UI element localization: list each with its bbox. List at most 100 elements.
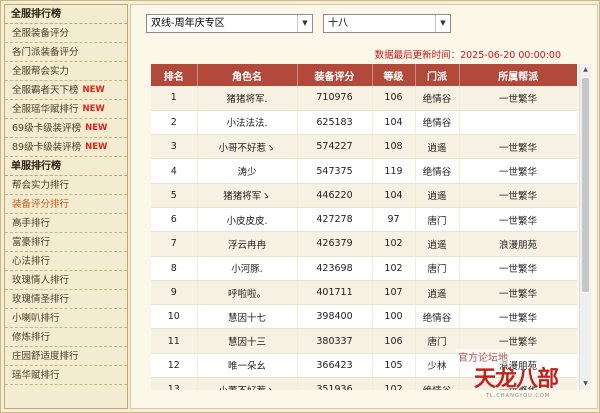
sidebar-item[interactable]: 69级卡级装评榜 NEW — [5, 119, 127, 138]
table-cell: 一世繁华 — [459, 256, 577, 281]
table-cell: 绝情谷 — [415, 86, 460, 111]
sidebar-item[interactable]: 高手排行 — [5, 214, 127, 233]
table-cell: 绝情谷 — [415, 377, 460, 390]
sidebar-item[interactable]: 庄园舒适度排行 — [5, 347, 127, 366]
sidebar-item[interactable]: 小喇叭排行 — [5, 309, 127, 328]
sidebar-item-label: 全服瑶华赋排行 — [12, 103, 79, 115]
table-cell: 12 — [151, 353, 198, 379]
table-cell: 106 — [372, 328, 416, 354]
table-cell: 107 — [372, 280, 416, 306]
table-cell: 351936 — [297, 377, 373, 390]
column-header: 装备评分 — [297, 64, 373, 86]
table-cell: 一世繁华 — [459, 86, 577, 111]
new-badge: NEW — [85, 141, 108, 152]
table-cell: 绝情谷 — [415, 110, 460, 136]
filter-bar: 双线-周年庆专区 ▼ 十八 ▼ — [146, 14, 451, 33]
table-cell: 猪猪将军ゝ — [197, 183, 298, 208]
sidebar-item[interactable]: 心法排行 — [5, 252, 127, 271]
sidebar-item-label: 全服帮会实力 — [12, 65, 70, 77]
table-cell: 104 — [372, 183, 416, 208]
main-panel: 双线-周年庆专区 ▼ 十八 ▼ 数据最后更新时间：2025-06-20 00:0… — [130, 4, 598, 409]
table-row: 5 猪猪将军ゝ 446220 104 逍遥 一世繁华 — [151, 183, 577, 208]
table-cell: 574227 — [297, 134, 373, 160]
table-cell: 401711 — [297, 280, 373, 306]
table-cell — [459, 110, 577, 136]
sidebar-item[interactable]: 帮会实力排行 — [5, 176, 127, 195]
table-cell: 119 — [372, 158, 416, 184]
table-row: 12 唯一朵幺 366423 105 少林 浪漫朋苑 — [151, 353, 577, 379]
table-cell: 一世繁华 — [459, 328, 577, 354]
sidebar-item-label: 小喇叭排行 — [12, 312, 60, 324]
table-cell: 慧因十七 — [197, 304, 298, 330]
table-cell: 102 — [372, 231, 416, 257]
sidebar-item[interactable]: 全服瑶华赋排行 NEW — [5, 100, 127, 119]
table-row: 8 小河豚. 423698 102 唐门 一世繁华 — [151, 256, 577, 281]
sidebar-item[interactable]: 全服霸者天下榜 NEW — [5, 81, 127, 100]
scroll-up-icon[interactable]: ▲ — [580, 64, 591, 76]
table-cell: 105 — [372, 353, 416, 379]
server-group-select[interactable]: 双线-周年庆专区 ▼ — [146, 14, 313, 33]
table-cell: 427278 — [297, 207, 373, 233]
table-cell: 逍遥 — [415, 231, 460, 257]
table-cell: 一世繁华 — [459, 183, 577, 208]
sidebar-section-title: 全服排行榜 — [5, 5, 127, 24]
sidebar-item-label: 全服霸者天下榜 — [12, 84, 79, 96]
table-cell: 逍遥 — [415, 134, 460, 160]
ranking-table: 排名 角色名 装备评分 等级 门派 所属帮派 1 猪猪将军. 710976 106 绝情谷 一世繁华… — [151, 64, 577, 390]
sidebar-item-label: 装备评分排行 — [12, 198, 70, 210]
table-cell: 97 — [372, 207, 416, 233]
scrollbar-thumb[interactable] — [582, 78, 589, 292]
table-row: 11 慧因十三 380337 106 唐门 一世繁华 — [151, 328, 577, 354]
sidebar-item-label: 69级卡级装评榜 — [12, 122, 82, 134]
new-badge: NEW — [82, 103, 105, 114]
column-header: 门派 — [415, 64, 460, 86]
sidebar-item[interactable]: 全服帮会实力 — [5, 62, 127, 81]
sidebar-section-global: 全服装备评分 各门派装备评分 全服帮会实力 全服霸者天下榜 NEW 全服瑶华赋排行 NEW 6… — [5, 24, 127, 157]
table-row: 4 涛少 547375 119 绝情谷 一世繁华 — [151, 158, 577, 184]
sidebar-item[interactable]: 89级卡级装评榜 NEW — [5, 138, 127, 157]
sidebar-item[interactable]: 全服装备评分 — [5, 24, 127, 43]
table-cell: 逍遥 — [415, 183, 460, 208]
table-cell: 一世繁华 — [459, 158, 577, 184]
table-cell: 398400 — [297, 304, 373, 330]
sidebar-item-label: 庄园舒适度排行 — [12, 350, 79, 362]
table-cell: 13 — [151, 377, 198, 390]
table-cell: 呼啦啦。 — [197, 280, 298, 306]
sidebar-item-label: 玫瑰情人排行 — [12, 274, 70, 286]
table-cell: 11 — [151, 328, 198, 354]
sidebar: 全服排行榜 全服装备评分 各门派装备评分 全服帮会实力 全服霸者天下榜 NEW 全服瑶华赋… — [4, 4, 128, 409]
table-cell: 547375 — [297, 158, 373, 184]
table-cell: 小皮皮皮. — [197, 207, 298, 233]
chevron-down-icon[interactable]: ▼ — [297, 15, 312, 32]
table-header-row: 排名 角色名 装备评分 等级 门派 所属帮派 — [151, 64, 577, 86]
server-group-select-value: 双线-周年庆专区 — [151, 18, 225, 29]
table-cell: 2 — [151, 110, 198, 136]
sidebar-item[interactable]: 瑶华赋排行 — [5, 366, 127, 385]
sidebar-item[interactable]: 富豪排行 — [5, 233, 127, 252]
table-row: 2 小法法法. 625183 104 绝情谷 — [151, 110, 577, 136]
sidebar-item[interactable]: 各门派装备评分 — [5, 43, 127, 62]
sidebar-item[interactable]: 玫瑰情人排行 — [5, 271, 127, 290]
table-cell: 10 — [151, 304, 198, 330]
new-badge: NEW — [82, 84, 105, 95]
column-header: 角色名 — [197, 64, 298, 86]
table-cell: 9 — [151, 280, 198, 306]
sidebar-item-label: 富豪排行 — [12, 236, 51, 248]
sidebar-item[interactable]: 装备评分排行 — [5, 195, 127, 214]
scroll-down-icon[interactable]: ▼ — [580, 378, 591, 390]
server-select[interactable]: 十八 ▼ — [323, 14, 451, 33]
table-cell: 一世繁华 — [459, 134, 577, 160]
table-cell: 106 — [372, 86, 416, 111]
chevron-down-icon[interactable]: ▼ — [435, 15, 450, 32]
table-cell: 3 — [151, 134, 198, 160]
table-cell: 102 — [372, 256, 416, 281]
table-cell: 8 — [151, 256, 198, 281]
sidebar-item[interactable]: 玫瑰情圣排行 — [5, 290, 127, 309]
table-cell: 浪漫朋苑 — [459, 353, 577, 379]
sidebar-item[interactable]: 修炼排行 — [5, 328, 127, 347]
vertical-scrollbar[interactable]: ▲ ▼ — [579, 64, 591, 390]
table-cell: 浪漫朋苑 — [459, 231, 577, 257]
last-update-text: 数据最后更新时间：2025-06-20 00:00:00 — [374, 50, 561, 61]
table-cell: 小哥不好惹ゝ — [197, 134, 298, 160]
table-cell: 4 — [151, 158, 198, 184]
